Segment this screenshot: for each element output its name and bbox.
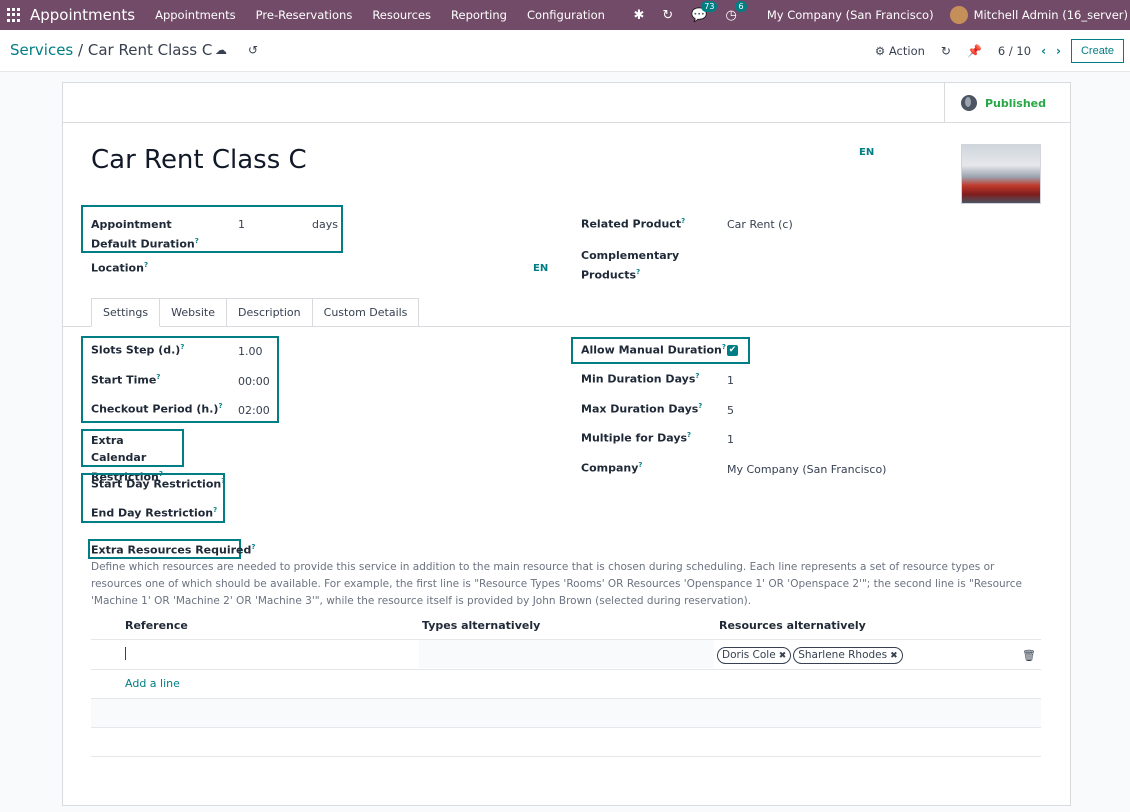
max-duration-input[interactable]: 5 xyxy=(727,404,734,417)
company-label: Company? xyxy=(581,461,643,475)
menu-resources[interactable]: Resources xyxy=(372,8,431,22)
tag-sharlene-rhodes[interactable]: Sharlene Rhodes ✖ xyxy=(793,647,903,664)
resource-tags[interactable]: Doris Cole ✖ Sharlene Rhodes ✖ xyxy=(717,647,905,664)
row-divider xyxy=(91,727,1041,728)
action-label: Action xyxy=(888,44,925,58)
remove-tag-icon[interactable]: ✖ xyxy=(890,651,898,661)
pin-icon[interactable]: 📌 xyxy=(967,44,982,58)
action-button[interactable]: ⚙ Action xyxy=(875,44,925,58)
min-duration-label: Min Duration Days? xyxy=(581,372,700,386)
menu-pre-reservations[interactable]: Pre-Reservations xyxy=(256,8,353,22)
row-divider xyxy=(91,669,1041,670)
breadcrumb-separator: / xyxy=(78,41,84,59)
checkout-period-label: Checkout Period (h.)? xyxy=(91,402,223,416)
save-cloud-icon[interactable]: ☁ xyxy=(215,43,227,57)
published-label: Published xyxy=(985,96,1047,110)
column-types[interactable]: Types alternatively xyxy=(422,619,540,632)
globe-icon xyxy=(961,95,977,111)
location-label: Location? xyxy=(91,261,148,275)
title-lang-button[interactable]: EN xyxy=(859,147,874,158)
extra-resources-description: Define which resources are needed to pro… xyxy=(91,561,1022,607)
multiple-days-input[interactable]: 1 xyxy=(727,433,734,446)
record-title[interactable]: Car Rent Class C xyxy=(91,145,307,175)
menu-appointments[interactable]: Appointments xyxy=(155,8,236,22)
bug-icon[interactable]: ✱ xyxy=(633,8,644,23)
types-cell[interactable] xyxy=(419,640,714,668)
start-time-input[interactable]: 00:00 xyxy=(238,375,270,388)
start-time-label: Start Time? xyxy=(91,373,161,387)
default-duration-input[interactable]: 1 xyxy=(238,218,245,231)
resources-table: Reference Types alternatively Resources … xyxy=(91,613,1041,758)
end-day-restriction-label: End Day Restriction? xyxy=(91,506,218,520)
min-duration-input[interactable]: 1 xyxy=(727,374,734,387)
allow-manual-checkbox[interactable]: ✔ xyxy=(727,345,738,356)
complementary-products-label: Complementary Products? xyxy=(581,249,680,282)
tab-custom-details[interactable]: Custom Details xyxy=(312,298,420,327)
max-duration-label: Max Duration Days? xyxy=(581,402,703,416)
user-menu[interactable]: Mitchell Admin (16_server) xyxy=(974,8,1128,22)
column-resources[interactable]: Resources alternatively xyxy=(719,619,866,632)
slots-step-input[interactable]: 1.00 xyxy=(238,345,263,358)
sync-icon[interactable]: ↻ xyxy=(662,8,673,23)
published-button[interactable]: Published xyxy=(944,83,1070,123)
tag-doris-cole[interactable]: Doris Cole ✖ xyxy=(717,647,792,664)
apps-menu-icon[interactable] xyxy=(7,8,21,22)
product-image[interactable] xyxy=(961,144,1041,204)
related-product-label: Related Product? xyxy=(581,217,686,231)
trash-icon[interactable]: 🗑 xyxy=(1022,649,1036,662)
breadcrumb: Services / Car Rent Class C xyxy=(10,41,212,59)
start-day-restriction-label: Start Day Restriction? xyxy=(91,477,226,491)
tab-description[interactable]: Description xyxy=(226,298,313,327)
messages-badge: 73 xyxy=(701,0,718,12)
pager-prev-icon[interactable]: ‹ xyxy=(1041,44,1046,58)
extra-resources-label: Extra Resources Required? xyxy=(91,543,256,557)
discard-icon[interactable]: ↺ xyxy=(248,43,258,57)
control-panel: Services / Car Rent Class C ☁ ↺ ⚙ Action… xyxy=(0,30,1130,72)
refresh-icon[interactable]: ↻ xyxy=(941,44,951,58)
multiple-days-label: Multiple for Days? xyxy=(581,431,692,445)
breadcrumb-services[interactable]: Services xyxy=(10,41,73,59)
tab-settings[interactable]: Settings xyxy=(91,298,161,327)
pager-value[interactable]: 6 / 10 xyxy=(998,44,1031,58)
table-bottom-line xyxy=(91,756,1041,757)
create-button[interactable]: Create xyxy=(1070,39,1124,63)
form-sheet: Published Car Rent Class C EN Appointmen… xyxy=(62,82,1071,806)
tab-website[interactable]: Website xyxy=(160,298,227,327)
location-lang-button[interactable]: EN xyxy=(533,263,548,274)
checkout-period-input[interactable]: 02:00 xyxy=(238,404,270,417)
default-duration-unit: days xyxy=(312,218,338,231)
top-navbar: Appointments Appointments Pre-Reservatio… xyxy=(0,0,1130,30)
activities-icon[interactable]: ◷ 6 xyxy=(725,0,747,23)
menu-reporting[interactable]: Reporting xyxy=(451,8,507,22)
notebook-tabs: Settings Website Description Custom Deta… xyxy=(91,298,420,327)
related-product-value[interactable]: Car Rent (c) xyxy=(727,218,793,231)
company-value[interactable]: My Company (San Francisco) xyxy=(727,463,886,476)
default-duration-label: Appointment Default Duration? xyxy=(91,218,199,251)
column-reference[interactable]: Reference xyxy=(125,619,188,632)
activities-badge: 6 xyxy=(735,0,747,12)
menu-configuration[interactable]: Configuration xyxy=(527,8,605,22)
allow-manual-label: Allow Manual Duration? xyxy=(581,343,726,357)
pager-next-icon[interactable]: › xyxy=(1056,44,1061,58)
messages-icon[interactable]: 💬 73 xyxy=(691,0,718,23)
slots-step-label: Slots Step (d.)? xyxy=(91,343,185,357)
breadcrumb-current: Car Rent Class C xyxy=(87,41,213,59)
user-avatar[interactable] xyxy=(949,6,968,24)
empty-row xyxy=(91,699,1041,727)
remove-tag-icon[interactable]: ✖ xyxy=(779,651,787,661)
app-brand[interactable]: Appointments xyxy=(30,6,135,24)
add-line-link[interactable]: Add a line xyxy=(125,677,180,690)
button-box: Published xyxy=(63,83,1070,123)
company-switcher[interactable]: My Company (San Francisco) xyxy=(767,8,934,22)
text-cursor xyxy=(125,647,126,660)
